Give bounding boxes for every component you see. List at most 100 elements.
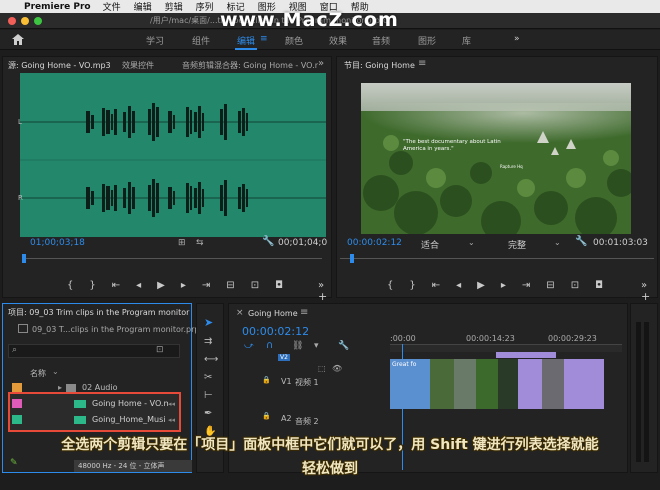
selection-tool-icon[interactable]: ➤ (204, 316, 213, 329)
timeline-clip-title[interactable]: Great fo (390, 359, 430, 409)
program-wrench-icon[interactable]: 🔧 (575, 236, 587, 247)
v2-track-target[interactable]: V2 (278, 354, 290, 361)
minimize-window-button[interactable] (21, 17, 29, 25)
drag-video-icon[interactable]: ⊞ (178, 238, 186, 248)
step-forward-icon[interactable]: ▸ (181, 280, 186, 291)
in-out-range-bar[interactable] (496, 352, 556, 358)
program-play-icon[interactable]: ▶ (477, 280, 485, 291)
workspace-assembly[interactable]: 组件 (192, 34, 210, 47)
insert-icon[interactable]: ⊟ (226, 280, 234, 291)
app-menu[interactable]: Premiere Pro (24, 2, 91, 12)
timeline-settings-icon[interactable]: 🔧 (338, 341, 349, 351)
more-tabs-icon[interactable]: » (318, 58, 324, 69)
overwrite-icon[interactable]: ⊡ (251, 280, 259, 291)
fit-dropdown[interactable]: 适合 (421, 238, 439, 251)
menu-edit[interactable]: 编辑 (134, 0, 152, 13)
timeline-clip[interactable] (498, 359, 518, 409)
tab-program[interactable]: 节目: Going Home (344, 60, 415, 71)
program-step-forward-icon[interactable]: ▸ (501, 280, 506, 291)
timeline-clip[interactable] (454, 359, 476, 409)
extract-icon[interactable]: ⊡ (571, 280, 579, 291)
workspace-editing[interactable]: 编辑 (237, 34, 255, 47)
nest-toggle-icon[interactable]: ⤻ (244, 341, 254, 351)
close-sequence-icon[interactable]: × (236, 308, 244, 318)
go-to-in-icon[interactable]: ⇤ (112, 280, 120, 291)
close-window-button[interactable] (8, 17, 16, 25)
workspace-audio[interactable]: 音频 (372, 34, 390, 47)
add-button-icon[interactable]: + (318, 290, 327, 303)
tab-audio-clip-mixer[interactable]: 音频剪辑混合器: Going Home - VO.r (182, 60, 318, 71)
mark-in-icon[interactable]: { (67, 280, 73, 291)
program-timecode[interactable]: 00:00:02:12 (347, 238, 402, 248)
tab-project[interactable]: 项目: 09_03 Trim clips in the Program moni… (8, 307, 189, 318)
track-id-a2[interactable]: A2 (281, 414, 292, 423)
play-icon[interactable]: ▶ (157, 280, 165, 291)
step-back-icon[interactable]: ◂ (136, 280, 141, 291)
folder-expand-icon[interactable]: ▸ (58, 383, 62, 392)
program-mark-out-icon[interactable]: } (409, 280, 415, 291)
menu-clip[interactable]: 剪辑 (165, 0, 183, 13)
menu-sequence[interactable]: 序列 (196, 0, 214, 13)
wrench-icon[interactable]: 🔧 (262, 236, 274, 247)
timeline-timecode[interactable]: 00:00:02:12 (242, 325, 309, 338)
source-waveform[interactable] (20, 73, 326, 237)
menu-file[interactable]: 文件 (103, 0, 121, 13)
program-go-to-out-icon[interactable]: ⇥ (522, 280, 530, 291)
snap-icon[interactable]: ∩ (266, 340, 273, 351)
zoom-window-button[interactable] (34, 17, 42, 25)
fit-chevron-icon[interactable]: ⌄ (468, 238, 475, 247)
quality-dropdown[interactable]: 完整 (508, 238, 526, 251)
program-menu-icon[interactable]: ≡ (418, 58, 426, 69)
add-marker-icon[interactable]: ▾ (314, 341, 319, 351)
program-scrub-bar[interactable] (340, 258, 654, 259)
ripple-edit-tool-icon[interactable]: ⟷ (204, 354, 218, 365)
toggle-sync-lock-icon[interactable]: ⬚ (318, 364, 326, 373)
source-scrub-bar[interactable] (22, 258, 322, 259)
program-playhead[interactable] (350, 254, 354, 263)
source-playhead[interactable] (22, 254, 26, 263)
track-select-tool-icon[interactable]: ⇉ (204, 336, 212, 347)
pen-tool-icon[interactable]: ✒ (204, 408, 212, 419)
drag-audio-icon[interactable]: ⇆ (196, 238, 204, 248)
slip-tool-icon[interactable]: ⊢ (204, 390, 213, 401)
timeline-clip[interactable] (476, 359, 498, 409)
program-export-frame-icon[interactable]: ◘ (595, 280, 603, 291)
workspace-effects[interactable]: 效果 (329, 34, 347, 47)
sequence-menu-icon[interactable]: ≡ (300, 307, 308, 318)
workspace-menu-icon[interactable]: ≡ (260, 34, 268, 44)
timeline-clip[interactable] (542, 359, 564, 409)
home-icon[interactable] (11, 33, 25, 46)
program-video-frame[interactable] (361, 83, 631, 234)
more-workspaces-icon[interactable]: » (514, 34, 520, 44)
toggle-track-output-icon[interactable]: 👁 (332, 364, 342, 373)
go-to-out-icon[interactable]: ⇥ (202, 280, 210, 291)
track-lock-icon[interactable]: 🔒 (262, 376, 271, 384)
program-step-back-icon[interactable]: ◂ (456, 280, 461, 291)
timeline-ruler[interactable] (390, 344, 622, 352)
tab-effect-controls[interactable]: 效果控件 (122, 60, 154, 71)
sort-chevron-icon[interactable]: ⌄ (52, 367, 59, 376)
razor-tool-icon[interactable]: ✂ (204, 372, 212, 383)
project-item-music[interactable]: Going_Home_Musi ◂◂ (12, 412, 178, 427)
workspace-color[interactable]: 颜色 (285, 34, 303, 47)
workspace-graphics[interactable]: 图形 (418, 34, 436, 47)
mark-out-icon[interactable]: } (89, 280, 95, 291)
project-item-vo[interactable]: Going Home - VO.m ◂◂ (12, 396, 178, 411)
linked-selection-icon[interactable]: ⛓ (292, 341, 303, 351)
lift-icon[interactable]: ⊟ (546, 280, 554, 291)
source-timecode[interactable]: 01;00;03;18 (30, 238, 85, 248)
timeline-clip[interactable] (430, 359, 454, 409)
program-add-button-icon[interactable]: + (641, 290, 650, 303)
audio-track-lock-icon[interactable]: 🔒 (262, 412, 271, 420)
track-id-v1[interactable]: V1 (281, 377, 292, 386)
export-frame-icon[interactable]: ◘ (275, 280, 283, 291)
tab-sequence[interactable]: Going Home (248, 309, 298, 318)
column-name-header[interactable]: 名称 (30, 368, 46, 379)
workspace-libraries[interactable]: 库 (462, 34, 471, 47)
program-go-to-in-icon[interactable]: ⇤ (432, 280, 440, 291)
new-bin-icon[interactable]: ⊡ (156, 345, 164, 355)
workspace-learn[interactable]: 学习 (146, 34, 164, 47)
tab-source[interactable]: 源: Going Home - VO.mp3 (8, 60, 111, 71)
program-mark-in-icon[interactable]: { (387, 280, 393, 291)
timeline-clip[interactable] (564, 359, 604, 409)
